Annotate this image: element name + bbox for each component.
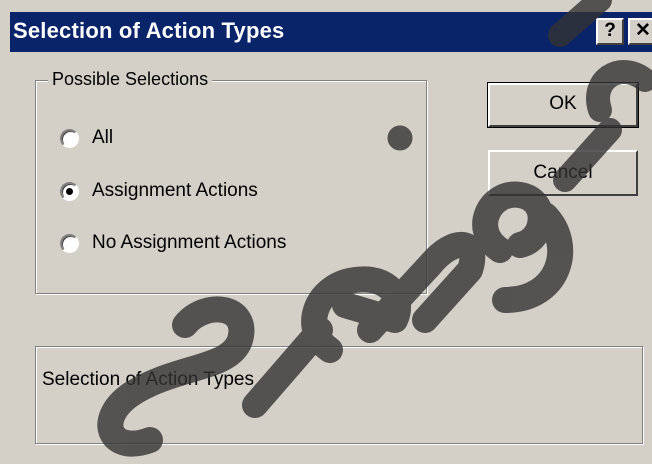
close-icon: ✕ (635, 20, 651, 41)
radio-button-assignment-actions[interactable] (60, 181, 79, 201)
description-text: Selection of Action Types (42, 369, 254, 390)
radio-option-all[interactable]: All (60, 123, 113, 153)
dialog-window: Selection of Action Types ? ✕ Possible S… (0, 0, 652, 464)
radio-button-all[interactable] (60, 128, 79, 148)
help-icon: ? (604, 20, 616, 41)
watermark-stroke-5 (472, 181, 574, 313)
group-legend: Possible Selections (48, 68, 213, 90)
radio-label-no-assignment-actions[interactable]: No Assignment Actions (92, 232, 286, 254)
radio-option-no-assignment-actions[interactable]: No Assignment Actions (60, 228, 286, 258)
description-box: Selection of Action Types (35, 346, 643, 444)
help-button[interactable]: ? (596, 18, 624, 45)
ok-button[interactable]: OK (487, 82, 639, 128)
radio-option-assignment-actions[interactable]: Assignment Actions (60, 176, 258, 206)
radio-label-all[interactable]: All (92, 127, 113, 149)
radio-button-no-assignment-actions[interactable] (60, 233, 79, 253)
radio-label-assignment-actions[interactable]: Assignment Actions (92, 180, 258, 202)
title-bar[interactable]: Selection of Action Types ? ✕ (10, 12, 652, 52)
window-title: Selection of Action Types (13, 18, 285, 43)
cancel-button[interactable]: Cancel (488, 150, 638, 196)
close-button[interactable]: ✕ (628, 18, 652, 45)
